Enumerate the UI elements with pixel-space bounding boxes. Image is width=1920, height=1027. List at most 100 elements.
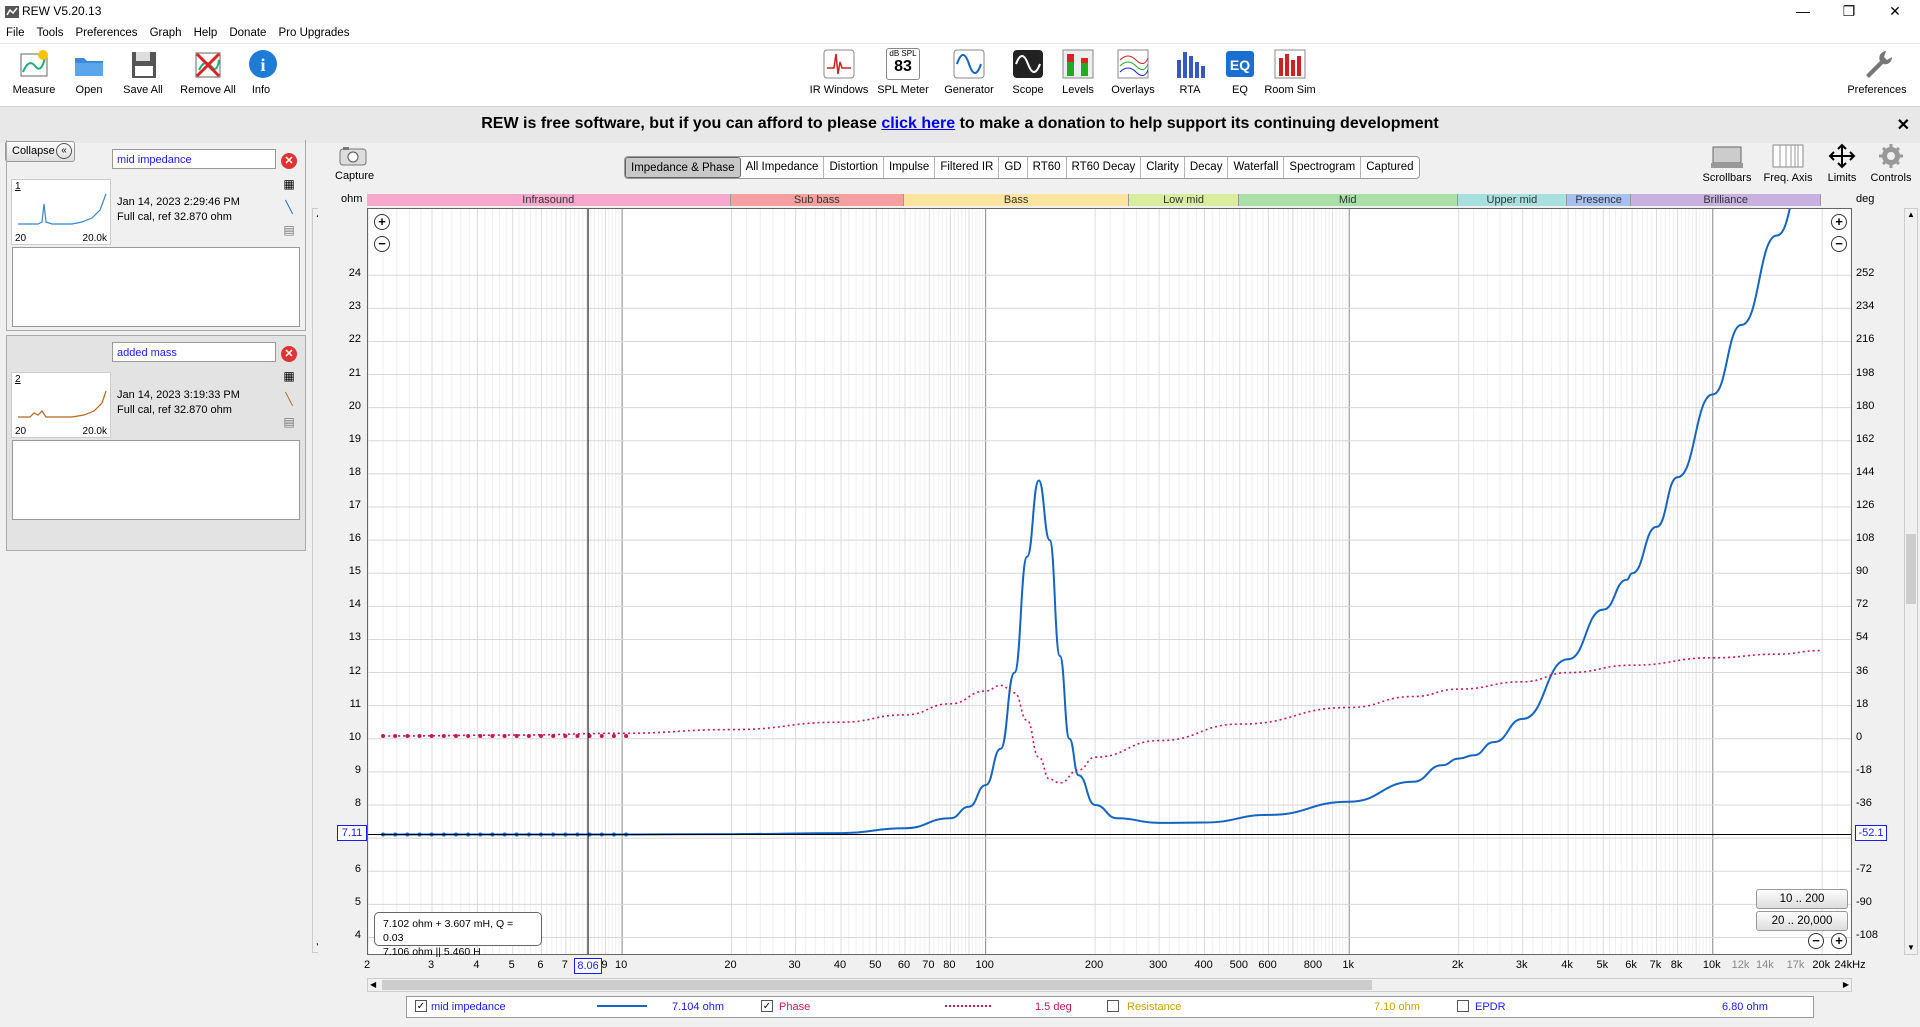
measurement-date: Jan 14, 2023 2:29:46 PM: [117, 196, 240, 208]
tab-all-impedance[interactable]: All Impedance: [741, 157, 825, 178]
minimize-icon[interactable]: —: [1780, 0, 1826, 24]
gear-icon: [1879, 144, 1903, 168]
x-tick-label: 9: [601, 959, 608, 971]
room-sim-button[interactable]: Room Sim: [1264, 48, 1316, 96]
thumbnail-graph: [18, 390, 107, 418]
limits-button[interactable]: Limits: [1822, 143, 1862, 184]
measure-button[interactable]: Measure: [10, 48, 58, 96]
restore-icon[interactable]: ❐: [1826, 0, 1872, 24]
measurement-card-2[interactable]: added mass ✕ ▦ ╲ ▤ 2 20 20.0k Jan 14, 20…: [6, 335, 306, 551]
menu-donate[interactable]: Donate: [226, 24, 269, 43]
y2-tick-label: 252: [1856, 267, 1875, 280]
x-tick-label: 500: [1229, 959, 1248, 971]
zoom-out-y-icon[interactable]: −: [374, 236, 390, 252]
spl-value: 83: [894, 58, 912, 75]
y2-tick-label: -72: [1856, 863, 1872, 876]
zoom-out-x-icon[interactable]: −: [1808, 933, 1824, 949]
mid-impedance-checkbox[interactable]: ✓: [415, 1000, 427, 1012]
y-tick-label: 14: [348, 598, 361, 611]
measurement-notes[interactable]: [12, 440, 300, 520]
phase-checkbox[interactable]: ✓: [761, 1000, 773, 1012]
impedance-phase-plot[interactable]: + − + − 10 .. 200 20 .. 20,000 − +: [367, 208, 1852, 955]
band-infrasound: Infrasound: [367, 194, 731, 206]
title-bar: REW V5.20.13 — ❐ ✕: [0, 0, 1920, 24]
scrollbars-button[interactable]: Scrollbars: [1700, 143, 1754, 184]
trace-color-icon[interactable]: ╲: [282, 200, 296, 214]
controls-button[interactable]: Controls: [1866, 143, 1916, 184]
rta-button[interactable]: RTA: [1172, 48, 1208, 96]
tab-impedance-phase[interactable]: Impedance & Phase: [625, 157, 741, 178]
measurement-name-input[interactable]: mid impedance: [112, 149, 276, 169]
scroll-thumb[interactable]: [1906, 534, 1916, 604]
y-tick-label: 16: [348, 532, 361, 545]
zoom-in-y2-icon[interactable]: +: [1831, 214, 1847, 230]
ir-windows-button[interactable]: IR Windows: [808, 48, 870, 96]
resistance-checkbox[interactable]: [1107, 1000, 1119, 1012]
delete-measurement-icon[interactable]: ✕: [281, 153, 297, 169]
range-10-200-button[interactable]: 10 .. 200: [1756, 889, 1848, 909]
range-20-20000-button[interactable]: 20 .. 20,000: [1756, 911, 1848, 931]
freq-axis-button[interactable]: Freq. Axis: [1760, 143, 1816, 184]
tab-rt60[interactable]: RT60: [1028, 157, 1067, 178]
save-measurement-icon[interactable]: ▦: [282, 369, 296, 383]
scroll-up-icon[interactable]: ▲: [1906, 210, 1916, 220]
donate-link[interactable]: click here: [881, 115, 955, 132]
tab-impulse[interactable]: Impulse: [884, 157, 936, 178]
zoom-out-y2-icon[interactable]: −: [1831, 236, 1847, 252]
measurement-info-icon[interactable]: ▤: [282, 223, 296, 237]
save-all-button[interactable]: Save All: [120, 48, 166, 96]
legend-resistance-value: 7.10 ohm: [1374, 1001, 1420, 1013]
y2-tick-label: 180: [1856, 399, 1875, 412]
legend-resistance-label: Resistance: [1127, 1001, 1182, 1013]
measurement-info-icon[interactable]: ▤: [282, 415, 296, 429]
measurement-thumbnail[interactable]: 2 20 20.0k: [11, 372, 111, 438]
delete-measurement-icon[interactable]: ✕: [281, 346, 297, 362]
remove-all-button[interactable]: Remove All: [178, 48, 238, 96]
preferences-button[interactable]: Preferences: [1844, 48, 1910, 96]
generator-button[interactable]: Generator: [942, 48, 996, 96]
measurement-thumbnail[interactable]: 1 20 20.0k: [11, 179, 111, 245]
scroll-thumb[interactable]: [382, 980, 1372, 990]
epdr-checkbox[interactable]: [1457, 1000, 1469, 1012]
zoom-in-x-icon[interactable]: +: [1831, 933, 1847, 949]
scroll-right-icon[interactable]: ▶: [1843, 980, 1849, 989]
y-tick-label: 5: [354, 896, 361, 909]
menu-graph[interactable]: Graph: [147, 24, 185, 43]
eq-button[interactable]: EQ EQ: [1222, 48, 1258, 96]
measurement-name-input[interactable]: added mass: [112, 342, 276, 362]
tab-filtered-ir[interactable]: Filtered IR: [935, 157, 1000, 178]
tab-distortion[interactable]: Distortion: [824, 157, 885, 178]
info-button[interactable]: i Info: [246, 48, 277, 96]
capture-button[interactable]: Capture: [335, 145, 374, 182]
scroll-left-icon[interactable]: ◀: [370, 980, 376, 989]
tab-captured[interactable]: Captured: [1361, 157, 1418, 178]
trace-color-icon[interactable]: ╲: [282, 392, 296, 406]
spl-meter-button[interactable]: dB SPL 83 SPL Meter: [876, 48, 930, 96]
menu-help[interactable]: Help: [191, 24, 221, 43]
levels-button[interactable]: Levels: [1058, 48, 1098, 96]
menu-tools[interactable]: Tools: [34, 24, 67, 43]
graph-horizontal-scrollbar[interactable]: ◀ ▶: [367, 978, 1852, 992]
scroll-down-icon[interactable]: ▼: [1906, 943, 1916, 953]
menu-pro-upgrades[interactable]: Pro Upgrades: [276, 24, 353, 43]
zoom-in-y-icon[interactable]: +: [374, 214, 390, 230]
measurement-card-1[interactable]: mid impedance ✕ ▦ ╲ ▤ 1 20 20.0k Jan 14,…: [6, 140, 306, 331]
tab-gd[interactable]: GD: [999, 157, 1028, 178]
tab-spectrogram[interactable]: Spectrogram: [1284, 157, 1362, 178]
menu-preferences[interactable]: Preferences: [73, 24, 141, 43]
save-measurement-icon[interactable]: ▦: [282, 177, 296, 191]
y2-tick-label: 0: [1856, 730, 1863, 743]
close-icon[interactable]: ✕: [1872, 0, 1918, 24]
tab-decay[interactable]: Decay: [1185, 157, 1229, 178]
menu-file[interactable]: File: [3, 24, 28, 43]
close-banner-icon[interactable]: ✕: [1897, 115, 1910, 135]
tab-rt60-decay[interactable]: RT60 Decay: [1067, 157, 1142, 178]
overlays-button[interactable]: Overlays: [1108, 48, 1158, 96]
open-button[interactable]: Open: [70, 48, 108, 96]
measurement-notes[interactable]: [12, 247, 300, 327]
tab-waterfall[interactable]: Waterfall: [1228, 157, 1285, 178]
scope-button[interactable]: Scope: [1010, 48, 1046, 96]
cursor-left-value: 7.11: [337, 825, 367, 842]
graph-vertical-scrollbar[interactable]: ▲ ▼: [1904, 208, 1918, 955]
tab-clarity[interactable]: Clarity: [1141, 157, 1185, 178]
